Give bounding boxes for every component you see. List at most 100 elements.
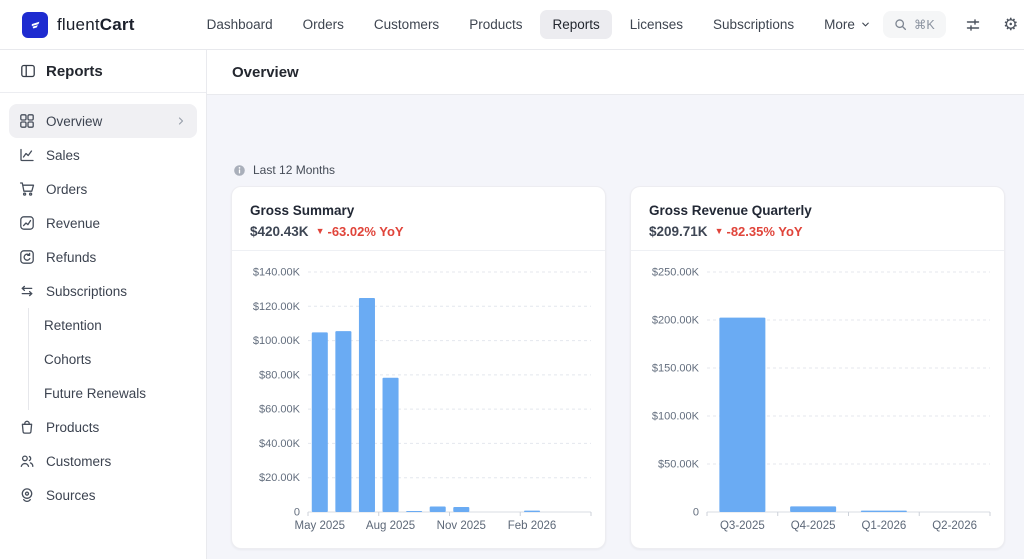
sliders-icon[interactable] [962,14,984,36]
sidebar-item-label: Future Renewals [44,385,147,401]
cards-row: Gross Summary $420.43K ▼ -63.02% YoY $140.00… [231,186,1005,549]
sidebar-item-cohorts[interactable]: Cohorts [28,342,197,376]
svg-text:Q4-2025: Q4-2025 [791,520,836,532]
sidebar-item-label: Refunds [46,249,97,265]
sidebar-item-sales[interactable]: Sales [9,138,197,172]
nav-item-label: Licenses [629,17,684,32]
svg-text:Q3-2025: Q3-2025 [720,520,765,532]
sidebar-item-label: Subscriptions [46,283,128,299]
down-arrow-icon: ▼ [315,226,325,236]
chart-wrap: $140.00K $120.00K $100.00K $80.00K $60.00K $4… [232,251,605,548]
sidebar-item-orders[interactable]: Orders [9,172,197,206]
svg-text:Feb 2026: Feb 2026 [508,520,557,532]
card-gross-revenue-quarterly: Gross Revenue Quarterly $209.71K ▼ -82.35% … [630,186,1005,549]
bar-chart: $140.00K $120.00K $100.00K $80.00K $60.00K $4… [253,267,592,532]
sidebar-item-retention[interactable]: Retention [28,308,197,342]
brand[interactable]: fluentCart [22,11,135,38]
gear-icon[interactable]: ⚙ [1000,14,1022,36]
bar-chart: $250.00K $200.00K $150.00K $100.00K $50.00K 0… [652,267,991,532]
nav-item-subscriptions[interactable]: Subscriptions [701,10,806,39]
nav-item-label: Reports [552,17,600,32]
cart-icon [19,181,35,197]
card-gross-summary: Gross Summary $420.43K ▼ -63.02% YoY $140.00… [231,186,606,549]
nav-item-label: Dashboard [206,17,273,32]
nav-item-orders[interactable]: Orders [291,10,356,39]
svg-text:0: 0 [294,507,300,519]
search-shortcut: ⌘K [913,18,935,32]
svg-text:$20.00K: $20.00K [259,472,301,484]
page-header: Overview [207,50,1024,95]
sidebar-item-label: Cohorts [44,351,92,367]
refund-icon [19,249,35,265]
sidebar-item-future-renewals[interactable]: Future Renewals [28,376,197,410]
revenue-icon [19,215,35,231]
sidebar-item-subscriptions[interactable]: Subscriptions [9,274,197,308]
svg-text:$80.00K: $80.00K [259,369,301,381]
bag-icon [19,419,35,435]
reports-sidebar: Reports Overview Sales Orders Revenue Refund… [0,50,207,559]
info-icon[interactable] [233,164,246,177]
nav-item-dashboard[interactable]: Dashboard [195,10,285,39]
svg-text:$120.00K: $120.00K [253,301,301,313]
sidebar-item-revenue[interactable]: Revenue [9,206,197,240]
svg-text:$150.00K: $150.00K [652,363,700,375]
sidebar-nav: Overview Sales Orders Revenue Refunds Subscri… [0,93,206,523]
nav-item-label: Subscriptions [713,17,795,32]
main-area: Overview Last 12 Months Gross Summary $42… [207,50,1024,559]
period-label: Last 12 Months [253,163,336,177]
nav-item-label: More [824,17,855,32]
yoy-delta-label: -63.02% YoY [327,224,404,239]
nav-item-customers[interactable]: Customers [362,10,451,39]
svg-text:Q2-2026: Q2-2026 [932,520,977,532]
chevron-right-icon [175,115,187,127]
grid-icon [19,113,35,129]
sidebar-item-refunds[interactable]: Refunds [9,240,197,274]
topbar-actions: ⌘K ⚙ [882,11,1022,38]
sidebar-item-label: Retention [44,317,102,333]
panel-icon [20,63,36,79]
brand-name: fluentCart [57,14,135,34]
card-header: Gross Revenue Quarterly $209.71K ▼ -82.35% … [631,187,1004,250]
svg-text:$50.00K: $50.00K [658,459,700,471]
svg-text:$200.00K: $200.00K [652,315,700,327]
top-bar: fluentCart Dashboard Orders Customers Produ… [0,0,1024,50]
chart-wrap: $250.00K $200.00K $150.00K $100.00K $50.00K 0… [631,251,1004,548]
svg-text:$100.00K: $100.00K [652,411,700,423]
card-value: $420.43K [250,224,309,239]
nav-item-reports[interactable]: Reports [540,10,612,39]
nav-item-label: Orders [302,17,344,32]
sidebar-item-overview[interactable]: Overview [9,104,197,138]
svg-text:May 2025: May 2025 [295,520,346,532]
svg-text:$40.00K: $40.00K [259,438,301,450]
users-icon [19,453,35,469]
svg-text:Aug 2025: Aug 2025 [366,520,415,532]
card-header: Gross Summary $420.43K ▼ -63.02% YoY [232,187,605,250]
svg-text:Nov 2025: Nov 2025 [437,520,486,532]
down-arrow-icon: ▼ [714,226,724,236]
card-title: Gross Revenue Quarterly [649,203,812,218]
svg-text:$250.00K: $250.00K [652,267,700,279]
nav-item-licenses[interactable]: Licenses [618,10,695,39]
search-button[interactable]: ⌘K [882,11,946,38]
sidebar-item-label: Products [46,419,100,435]
sidebar-item-products[interactable]: Products [9,410,197,444]
yoy-delta: ▼ -63.02% YoY [316,224,404,239]
svg-text:$100.00K: $100.00K [253,335,301,347]
page-title: Overview [232,63,299,81]
nav-item-label: Products [469,17,523,32]
top-nav: Dashboard Orders Customers Products Reports L… [195,10,883,39]
sidebar-item-label: Sources [46,487,96,503]
sidebar-item-label: Customers [46,453,112,469]
sidebar-item-label: Sales [46,147,80,163]
yoy-delta: ▼ -82.35% YoY [715,224,803,239]
chevron-down-icon [860,19,871,30]
yoy-delta-label: -82.35% YoY [726,224,803,239]
sidebar-item-label: Orders [46,181,88,197]
sidebar-item-customers[interactable]: Customers [9,444,197,478]
svg-text:Q1-2026: Q1-2026 [861,520,906,532]
sidebar-item-sources[interactable]: Sources [9,478,197,512]
sidebar-title: Reports [46,62,103,80]
period-row: Last 12 Months [233,163,1004,177]
nav-item-products[interactable]: Products [457,10,534,39]
nav-item-more[interactable]: More [812,10,883,39]
